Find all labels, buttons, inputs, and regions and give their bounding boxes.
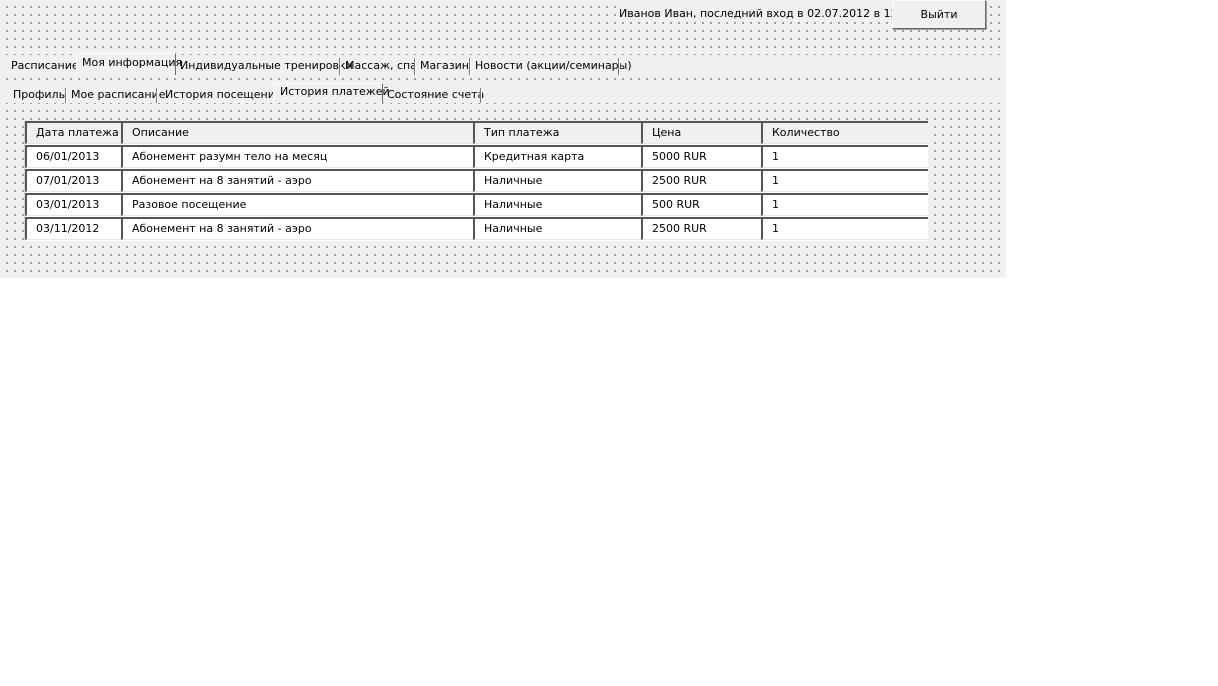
- cell-date: 06/01/2013: [25, 145, 121, 168]
- cell-price: 2500 RUR: [641, 217, 761, 240]
- cell-description: Абонемент на 8 занятий - аэро: [121, 217, 473, 240]
- subtab-profile[interactable]: Профиль: [10, 85, 67, 103]
- tab-label: Моя информация: [82, 56, 183, 69]
- cell-date: 03/01/2013: [25, 193, 121, 216]
- cell-payment-type: Кредитная карта: [473, 145, 641, 168]
- cell-quantity: 1: [761, 193, 928, 216]
- cell-description: Абонемент на 8 занятий - аэро: [121, 169, 473, 192]
- user-info-label: Иванов Иван, последний вход в 02.07.2012…: [616, 6, 919, 22]
- payments-table: Дата платежа Описание Тип платежа Цена К…: [24, 121, 928, 241]
- tab-label: Мое расписание: [71, 88, 166, 101]
- cell-payment-type: Наличные: [473, 169, 641, 192]
- cell-quantity: 1: [761, 169, 928, 192]
- cell-payment-type: Наличные: [473, 217, 641, 240]
- tab-news[interactable]: Новости (акции/семинары): [472, 55, 632, 75]
- cell-description: Абонемент разумн тело на месяц: [121, 145, 473, 168]
- cell-quantity: 1: [761, 217, 928, 240]
- cell-price: 5000 RUR: [641, 145, 761, 168]
- tab-label: История платежей: [280, 85, 390, 98]
- tab-label: Новости (акции/семинары): [475, 59, 632, 72]
- tab-label: История посещений: [165, 88, 283, 101]
- app-canvas: Иванов Иван, последний вход в 02.07.2012…: [0, 0, 1006, 278]
- subtab-payment-history[interactable]: История платежей: [273, 83, 390, 103]
- table-row[interactable]: 03/01/2013 Разовое посещение Наличные 50…: [25, 193, 928, 217]
- cell-price: 500 RUR: [641, 193, 761, 216]
- subtab-account-status[interactable]: Состояние счета: [384, 85, 485, 103]
- table-header-row: Дата платежа Описание Тип платежа Цена К…: [25, 121, 928, 145]
- sub-tab-bar: Профиль Мое расписание История посещений…: [0, 83, 1006, 103]
- column-header-description[interactable]: Описание: [121, 121, 473, 144]
- table-row[interactable]: 06/01/2013 Абонемент разумн тело на меся…: [25, 145, 928, 169]
- tab-personal-training[interactable]: Индивидуальные тренировки: [177, 55, 353, 75]
- tab-massage-spa[interactable]: Массаж, спа: [342, 55, 417, 75]
- tab-label: Массаж, спа: [345, 59, 417, 72]
- cell-price: 2500 RUR: [641, 169, 761, 192]
- tab-label: Индивидуальные тренировки: [180, 59, 353, 72]
- logout-button[interactable]: Выйти: [892, 0, 986, 29]
- tab-label: Магазин: [420, 59, 469, 72]
- tab-label: Расписание: [11, 59, 79, 72]
- tab-my-info[interactable]: Моя информация: [76, 53, 182, 75]
- table-row[interactable]: 07/01/2013 Абонемент на 8 занятий - аэро…: [25, 169, 928, 193]
- subtab-visit-history[interactable]: История посещений: [162, 85, 282, 103]
- cell-description: Разовое посещение: [121, 193, 473, 216]
- cell-date: 03/11/2012: [25, 217, 121, 240]
- cell-payment-type: Наличные: [473, 193, 641, 216]
- tab-label: Профиль: [13, 88, 66, 101]
- column-header-payment-type[interactable]: Тип платежа: [473, 121, 641, 144]
- tab-shop[interactable]: Магазин: [417, 55, 471, 75]
- column-header-price[interactable]: Цена: [641, 121, 761, 144]
- tab-schedule[interactable]: Расписание: [8, 55, 79, 75]
- tab-label: Состояние счета: [387, 88, 485, 101]
- cell-quantity: 1: [761, 145, 928, 168]
- cell-date: 07/01/2013: [25, 169, 121, 192]
- main-tab-bar: Расписание Моя информация Индивидуальные…: [0, 53, 1006, 75]
- column-header-quantity[interactable]: Количество: [761, 121, 928, 144]
- subtab-my-schedule[interactable]: Мое расписание: [68, 85, 166, 103]
- column-header-date[interactable]: Дата платежа: [25, 121, 121, 144]
- table-row[interactable]: 03/11/2012 Абонемент на 8 занятий - аэро…: [25, 217, 928, 241]
